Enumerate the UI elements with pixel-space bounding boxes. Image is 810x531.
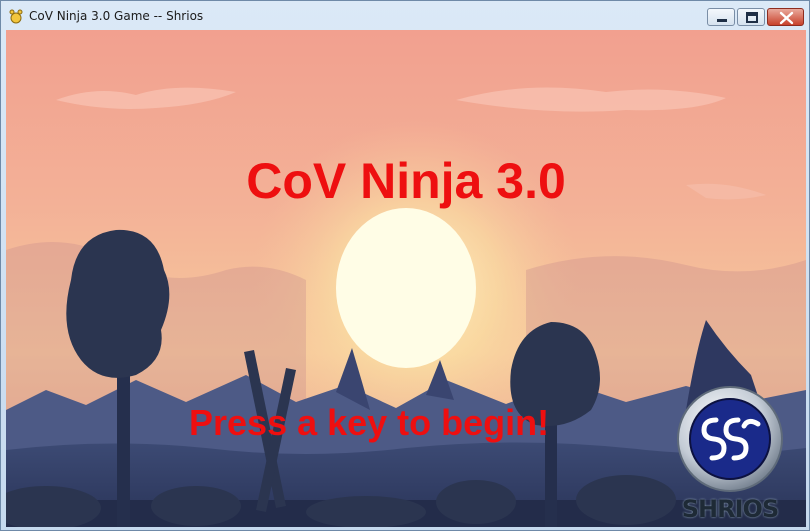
- maximize-button[interactable]: [737, 8, 765, 26]
- window-title: CoV Ninja 3.0 Game -- Shrios: [29, 9, 204, 23]
- game-title: CoV Ninja 3.0: [246, 153, 566, 209]
- app-window: CoV Ninja 3.0 Game -- Shrios CoV Ninja 3…: [0, 0, 810, 531]
- title-bar[interactable]: CoV Ninja 3.0 Game -- Shrios: [1, 1, 809, 31]
- minimize-icon: [717, 19, 727, 22]
- app-icon: [9, 9, 23, 24]
- close-button[interactable]: [767, 8, 804, 26]
- maximize-icon: [746, 12, 758, 23]
- game-canvas[interactable]: CoV Ninja 3.0 Press a key to begin! SHRI…: [6, 30, 806, 527]
- start-prompt: Press a key to begin!: [189, 402, 550, 443]
- minimize-button[interactable]: [707, 8, 735, 26]
- logo-caption: SHRIOS: [681, 495, 779, 523]
- close-icon: [779, 11, 794, 25]
